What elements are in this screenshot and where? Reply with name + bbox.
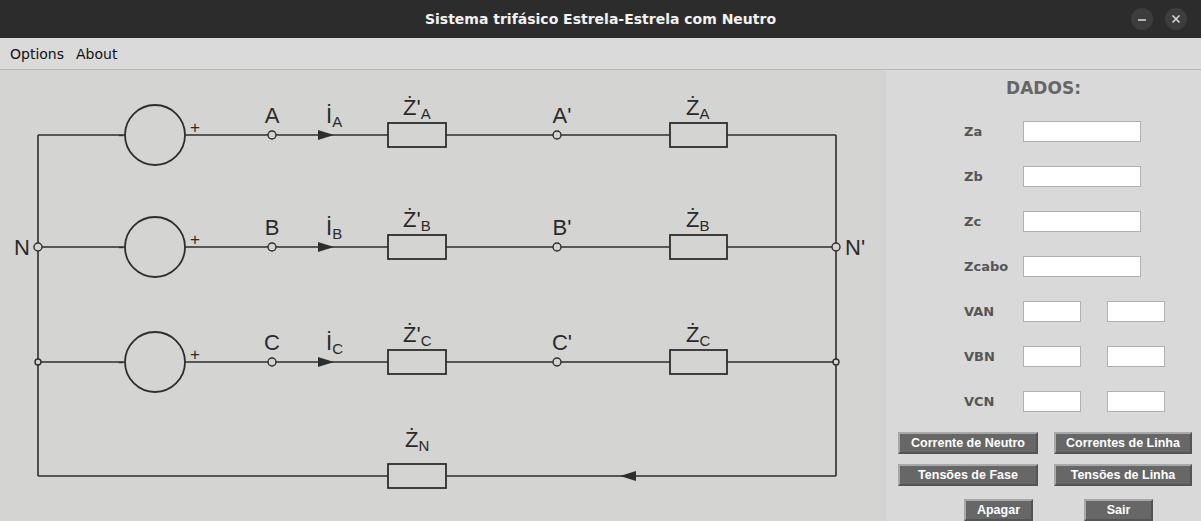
real-part-input[interactable] [1023,301,1081,322]
imag-part-input[interactable] [1107,346,1165,367]
current-arrow-icon [318,242,334,252]
node-label: C' [552,330,572,355]
action-button[interactable]: Sair [1084,499,1153,521]
plus-sign: + [190,230,200,249]
field-row: Zb [886,154,1201,199]
voltage-source-icon [125,217,185,277]
current-label: İC [326,330,343,357]
field-label: VCN [964,394,1023,409]
field-label: VBN [964,349,1023,364]
source-node-label: N [14,235,30,260]
plus-sign: + [190,118,200,137]
line-impedance-label: Ż'B [403,207,431,234]
load-impedance-label: ŻB [686,207,709,234]
current-arrow-icon [318,130,334,140]
field-row: Zc [886,199,1201,244]
real-part-input[interactable] [1023,391,1081,412]
neutral-impedance-label: ŻN [405,427,429,454]
field-label: Zb [964,169,1023,184]
field-row: VBN [886,334,1201,379]
node-label: B' [553,215,572,240]
terminal-dot [268,358,276,366]
field-row: VCN [886,379,1201,424]
calc-button[interactable]: Correntes de Linha [1054,432,1192,454]
current-label: İA [326,103,342,130]
line-impedance-label: Ż'A [403,95,431,122]
voltage-source-icon [125,332,185,392]
value-input[interactable] [1023,211,1141,232]
close-icon[interactable] [1165,8,1187,30]
app-window: Sistema trifásico Estrela-Estrela com Ne… [0,0,1201,521]
load-node-label: N' [845,235,865,260]
data-panel: DADOS: Za Zb Zc Zcabo VAN VBN VCN Corren… [886,70,1201,521]
load-impedance-box [670,350,727,374]
field-label: Zc [964,214,1023,229]
action-button[interactable]: Apagar [964,499,1033,521]
value-input[interactable] [1023,166,1141,187]
terminal-label: C [264,330,280,355]
plus-sign: + [190,345,200,364]
value-input[interactable] [1023,256,1141,277]
calc-button[interactable]: Tensões de Fase [898,464,1038,486]
terminal-dot [268,131,276,139]
node-dot [553,131,561,139]
neutral-impedance-box [388,464,446,488]
current-label: İB [326,215,342,242]
panel-title: DADOS: [886,70,1201,101]
terminal-label: A [265,103,280,128]
current-arrow-icon [318,357,334,367]
window-title: Sistema trifásico Estrela-Estrela com Ne… [425,11,776,27]
calc-button[interactable]: Tensões de Linha [1054,464,1192,486]
load-impedance-box [670,123,727,147]
load-impedance-box [670,235,727,259]
circuit-diagram: - + A İA Ż'A A' ŻA - + B İB Ż'B B' ŻB - + C İC Ż'C C' ŻC N N' Ż… [0,70,886,521]
value-input[interactable] [1023,121,1141,142]
neutral-current-arrow-icon [620,471,636,481]
field-label: Za [964,124,1023,139]
node-label: A' [553,103,572,128]
title-bar: Sistema trifásico Estrela-Estrela com Ne… [0,0,1201,38]
menu-item[interactable]: Options [4,44,70,64]
node-dot [553,243,561,251]
calc-button[interactable]: Corrente de Neutro [898,432,1038,454]
field-row: Zcabo [886,244,1201,289]
line-impedance-box [388,350,446,374]
phase-branch: - + C İC Ż'C C' ŻC [118,322,727,392]
terminal-label: B [265,215,280,240]
minus-sign: - [118,125,124,144]
minus-sign: - [118,352,124,371]
line-impedance-box [388,123,446,147]
load-impedance-label: ŻC [686,322,710,349]
voltage-source-icon [125,105,185,165]
line-impedance-label: Ż'C [403,322,432,349]
field-label: Zcabo [964,259,1023,274]
load-impedance-label: ŻA [686,95,709,122]
line-impedance-box [388,235,446,259]
minus-sign: - [118,237,124,256]
field-label: VAN [964,304,1023,319]
circuit-svg: - + A İA Ż'A A' ŻA - + B İB Ż'B B' ŻB - + C İC Ż'C C' ŻC N N' Ż… [0,70,886,521]
phase-branch: - + B İB Ż'B B' ŻB [118,207,727,277]
menu-bar: OptionsAbout [0,38,1201,70]
real-part-input[interactable] [1023,346,1081,367]
imag-part-input[interactable] [1107,301,1165,322]
minimize-icon[interactable] [1131,8,1153,30]
imag-part-input[interactable] [1107,391,1165,412]
phase-branch: - + A İA Ż'A A' ŻA [118,95,727,165]
node-dot [553,358,561,366]
field-row: Za [886,109,1201,154]
menu-item[interactable]: About [70,44,123,64]
terminal-dot [268,243,276,251]
field-row: VAN [886,289,1201,334]
